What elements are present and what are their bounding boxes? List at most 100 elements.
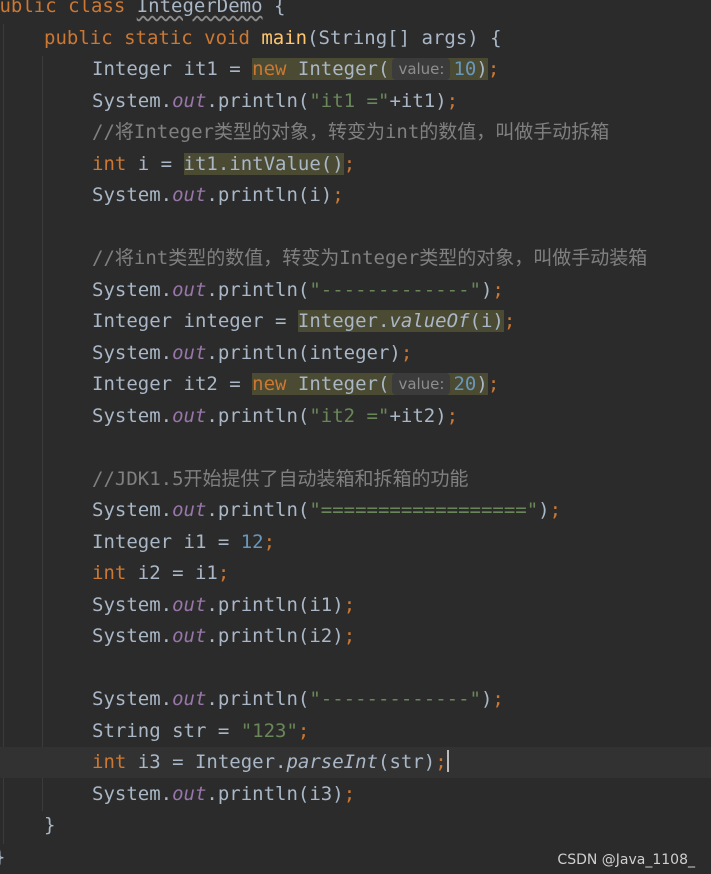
string-literal: "-------------" — [309, 688, 481, 710]
code-text: System. — [92, 90, 173, 112]
code-text: .println(i3) — [206, 783, 344, 805]
keyword-new: new — [252, 58, 287, 80]
semicolon: ; — [343, 153, 356, 175]
static-field: out — [172, 625, 207, 647]
code-line-19[interactable]: System.out.println(i2); — [92, 621, 355, 652]
code-text: Integer integer = — [92, 310, 298, 332]
code-line-2[interactable]: System.out.println("it1 ="+it1); — [92, 86, 458, 117]
code-line-18[interactable]: System.out.println(i1); — [92, 590, 355, 621]
code-text: i = — [126, 153, 184, 175]
code-text: Integer i1 = — [92, 531, 241, 553]
code-line-class-decl[interactable]: public class IntegerDemo { — [0, 0, 285, 22]
text-caret — [446, 750, 449, 772]
code-line-16[interactable]: Integer i1 = 12; — [92, 527, 275, 558]
number-literal: 10 — [453, 58, 477, 80]
code-text: .println(integer) — [206, 342, 401, 364]
semicolon: ; — [492, 279, 504, 301]
static-field: out — [172, 405, 207, 427]
semicolon: ; — [435, 751, 447, 773]
method-name: main — [261, 27, 308, 49]
code-line-22[interactable]: String str = "123"; — [92, 716, 309, 747]
string-literal: "123" — [240, 720, 298, 742]
static-field: out — [172, 184, 207, 206]
code-line-10[interactable]: System.out.println(integer); — [92, 338, 412, 369]
code-line-14-comment[interactable]: //JDK1.5开始提供了自动装箱和拆箱的功能 — [92, 464, 469, 495]
code-text: System. — [92, 688, 173, 710]
code-text: .println( — [206, 405, 310, 427]
code-line-17[interactable]: int i2 = i1; — [92, 558, 229, 589]
closing-brace-method[interactable]: } — [44, 810, 55, 841]
code-text: .println( — [206, 499, 310, 521]
code-line-7-comment[interactable]: //将int类型的数值，转变为Integer类型的对象，叫做手动装箱 — [92, 243, 647, 274]
semicolon: ; — [446, 405, 459, 427]
code-text: .println( — [206, 279, 310, 301]
code-text: System. — [92, 184, 173, 206]
semicolon: ; — [446, 90, 459, 112]
parameter-hint: value: — [392, 58, 451, 80]
code-text: System. — [92, 594, 173, 616]
semicolon: ; — [297, 720, 310, 742]
code-line-3-comment[interactable]: //将Integer类型的对象，转变为int的数值，叫做手动拆箱 — [92, 117, 609, 148]
code-line-main-decl[interactable]: public static void main(String[] args) { — [44, 23, 502, 54]
constructor: Integer( — [286, 373, 390, 395]
code-text: .println( — [206, 90, 310, 112]
args: (i) — [469, 310, 504, 332]
semicolon: ; — [343, 594, 356, 616]
code-text: +it1) — [389, 90, 447, 112]
code-line-23[interactable]: int i3 = Integer.parseInt(str); — [92, 747, 449, 778]
code-text: +it2) — [389, 405, 447, 427]
code-line-12[interactable]: System.out.println("it2 ="+it2); — [92, 401, 458, 432]
code-text: .println( — [206, 688, 310, 710]
highlighted-expression: Integer.valueOf(i) — [297, 310, 504, 332]
code-text: i2 = i1 — [126, 562, 218, 584]
indent-guide-class — [3, 24, 4, 844]
number-literal: 12 — [240, 531, 264, 553]
class-name: IntegerDemo — [136, 0, 263, 17]
code-text: System. — [92, 625, 173, 647]
keyword-new: new — [252, 373, 287, 395]
semicolon: ; — [343, 783, 356, 805]
string-literal: "it2 =" — [309, 405, 390, 427]
code-text: i3 = Integer. — [126, 751, 287, 773]
code-line-9[interactable]: Integer integer = Integer.valueOf(i); — [92, 306, 515, 337]
code-line-5[interactable]: System.out.println(i); — [92, 180, 344, 211]
semicolon: ; — [332, 184, 344, 206]
code-text: System. — [92, 405, 173, 427]
closing-brace-class[interactable]: } — [0, 842, 5, 873]
static-field: out — [172, 688, 207, 710]
semicolon: ; — [263, 531, 276, 553]
code-line-24[interactable]: System.out.println(i3); — [92, 779, 355, 810]
semicolon: ; — [503, 310, 516, 332]
keyword: public class — [0, 0, 137, 17]
code-editor[interactable]: public class IntegerDemo { public static… — [0, 0, 711, 874]
class-ref: Integer. — [297, 310, 390, 332]
code-line-1[interactable]: Integer it1 = new Integer(value: 10); — [92, 54, 499, 85]
semicolon: ; — [549, 499, 562, 521]
keyword: public static void — [44, 27, 262, 49]
paren: ) — [538, 499, 550, 521]
indent-guide-method — [42, 56, 43, 811]
args: (str) — [378, 751, 436, 773]
code-line-4[interactable]: int i = it1.intValue(); — [92, 149, 355, 180]
string-literal: "it1 =" — [309, 90, 390, 112]
semicolon: ; — [492, 688, 504, 710]
code-line-8[interactable]: System.out.println("-------------"); — [92, 275, 504, 306]
code-text: .println(i2) — [206, 625, 344, 647]
highlighted-expression: new Integer(value: 20) — [252, 373, 488, 395]
code-line-21[interactable]: System.out.println("-------------"); — [92, 684, 504, 715]
semicolon: ; — [487, 58, 500, 80]
static-method: valueOf — [389, 310, 470, 332]
paren: ) — [476, 58, 488, 80]
parameter-hint: value: — [392, 373, 451, 395]
code-text: System. — [92, 499, 173, 521]
highlighted-expression: new Integer(value: 10) — [252, 58, 488, 80]
paren: ) — [480, 279, 493, 301]
code-line-15[interactable]: System.out.println("==================")… — [92, 495, 561, 526]
static-field: out — [172, 783, 207, 805]
code-line-11[interactable]: Integer it2 = new Integer(value: 20); — [92, 369, 499, 400]
paren: ) — [480, 688, 493, 710]
static-field: out — [172, 499, 207, 521]
string-literal: "==================" — [309, 499, 539, 521]
code-text: Integer it2 = — [92, 373, 253, 395]
static-method: parseInt — [286, 751, 378, 773]
